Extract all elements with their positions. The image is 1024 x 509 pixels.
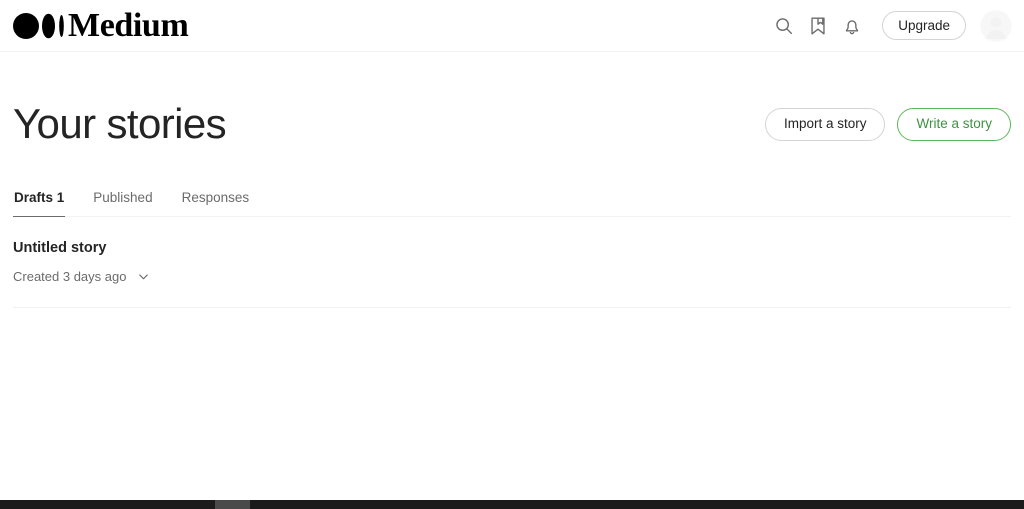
medium-logo-icon [13, 12, 65, 40]
story-tabs: Drafts 1 Published Responses [13, 191, 1011, 217]
horizontal-scrollbar[interactable] [0, 500, 1024, 509]
tab-responses[interactable]: Responses [181, 191, 251, 217]
bell-icon[interactable] [835, 9, 869, 43]
story-title[interactable]: Untitled story [13, 240, 1011, 257]
story-created-text: Created 3 days ago [13, 270, 126, 283]
chevron-down-icon[interactable] [134, 267, 152, 285]
upgrade-button[interactable]: Upgrade [882, 11, 966, 40]
write-story-button[interactable]: Write a story [897, 108, 1011, 141]
avatar[interactable] [980, 10, 1012, 42]
bookmark-icon[interactable] [801, 9, 835, 43]
page-title: Your stories [13, 101, 226, 147]
story-meta: Created 3 days ago [13, 267, 1011, 285]
site-header: Medium Upgrade [0, 0, 1024, 52]
brand-wordmark: Medium [68, 9, 188, 43]
story-list: Untitled story Created 3 days ago [13, 217, 1011, 308]
medium-logo-link[interactable]: Medium [13, 9, 188, 43]
title-actions: Import a story Write a story [765, 108, 1011, 141]
header-actions: Upgrade [767, 9, 1012, 43]
table-row: Untitled story Created 3 days ago [13, 217, 1011, 308]
import-story-button[interactable]: Import a story [765, 108, 886, 141]
tab-drafts[interactable]: Drafts 1 [13, 191, 65, 217]
scrollbar-thumb[interactable] [215, 500, 250, 509]
tab-published[interactable]: Published [92, 191, 153, 217]
page-title-row: Your stories Import a story Write a stor… [13, 52, 1011, 147]
page-content: Your stories Import a story Write a stor… [0, 52, 1024, 308]
search-icon[interactable] [767, 9, 801, 43]
